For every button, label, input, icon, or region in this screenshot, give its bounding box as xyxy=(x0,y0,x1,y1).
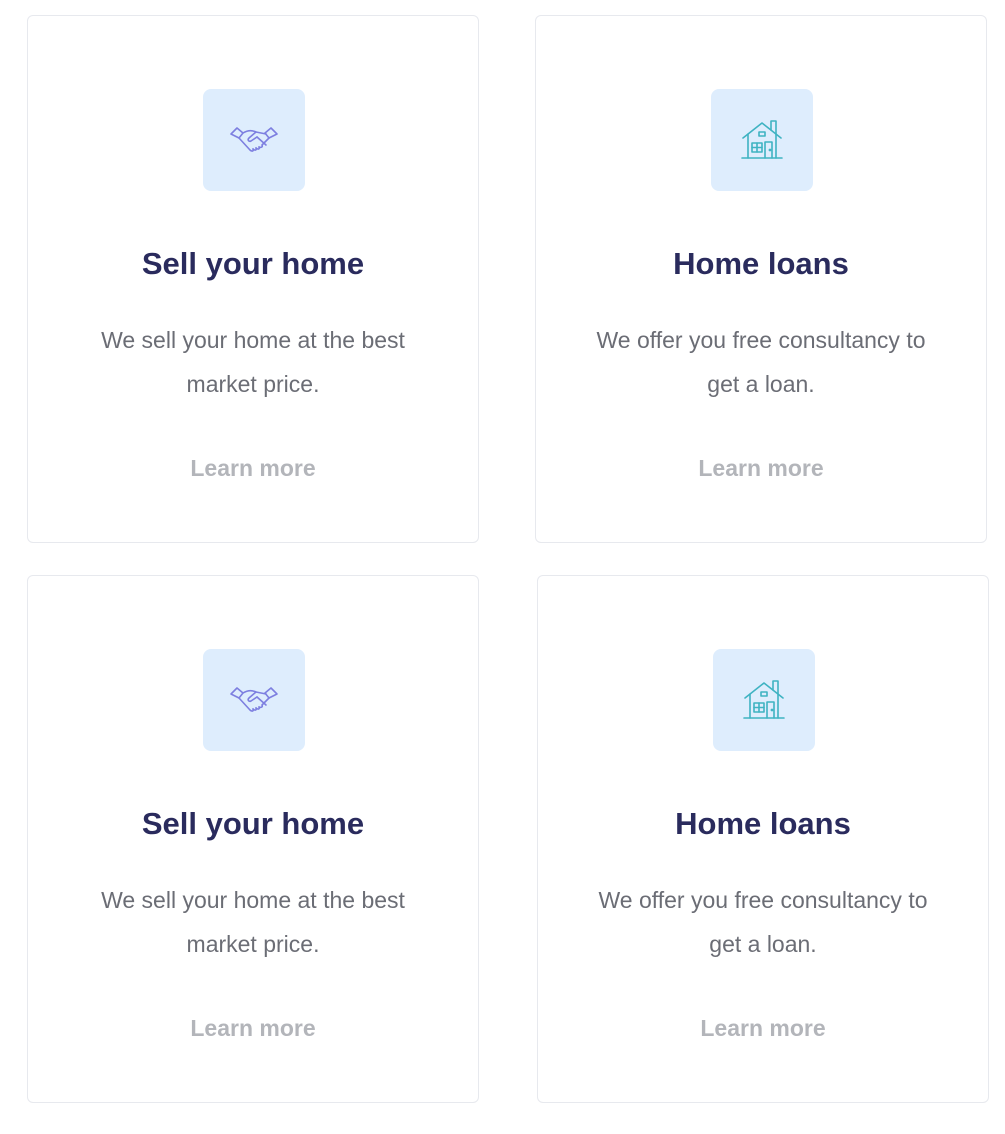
card-title: Sell your home xyxy=(141,246,365,281)
services-grid: Sell your home We sell your home at the … xyxy=(0,0,1005,1134)
card-title: Home loans xyxy=(673,246,849,281)
card-description: We offer you free consultancy to get a l… xyxy=(598,887,928,957)
icon-tile xyxy=(203,649,305,751)
learn-more-link[interactable]: Learn more xyxy=(536,450,986,486)
card-title: Sell your home xyxy=(141,806,365,841)
service-card-sell-home: Sell your home We sell your home at the … xyxy=(27,575,479,1103)
house-icon xyxy=(743,680,785,719)
service-card-home-loans: Home loans We offer you free consultancy… xyxy=(535,15,987,543)
card-description: We sell your home at the best market pri… xyxy=(101,887,405,957)
icon-tile xyxy=(203,89,305,191)
service-card-home-loans: Home loans We offer you free consultancy… xyxy=(537,575,989,1103)
learn-more-link[interactable]: Learn more xyxy=(28,450,478,486)
learn-more-link[interactable]: Learn more xyxy=(538,1010,988,1046)
icon-tile xyxy=(713,649,815,751)
card-description: We offer you free consultancy to get a l… xyxy=(596,327,926,397)
house-icon xyxy=(741,120,783,159)
handshake-icon xyxy=(230,687,278,712)
service-card-sell-home: Sell your home We sell your home at the … xyxy=(27,15,479,543)
icon-tile xyxy=(711,89,813,191)
card-title: Home loans xyxy=(675,806,851,841)
card-description: We sell your home at the best market pri… xyxy=(101,327,405,397)
learn-more-link[interactable]: Learn more xyxy=(28,1010,478,1046)
handshake-icon xyxy=(230,127,278,152)
